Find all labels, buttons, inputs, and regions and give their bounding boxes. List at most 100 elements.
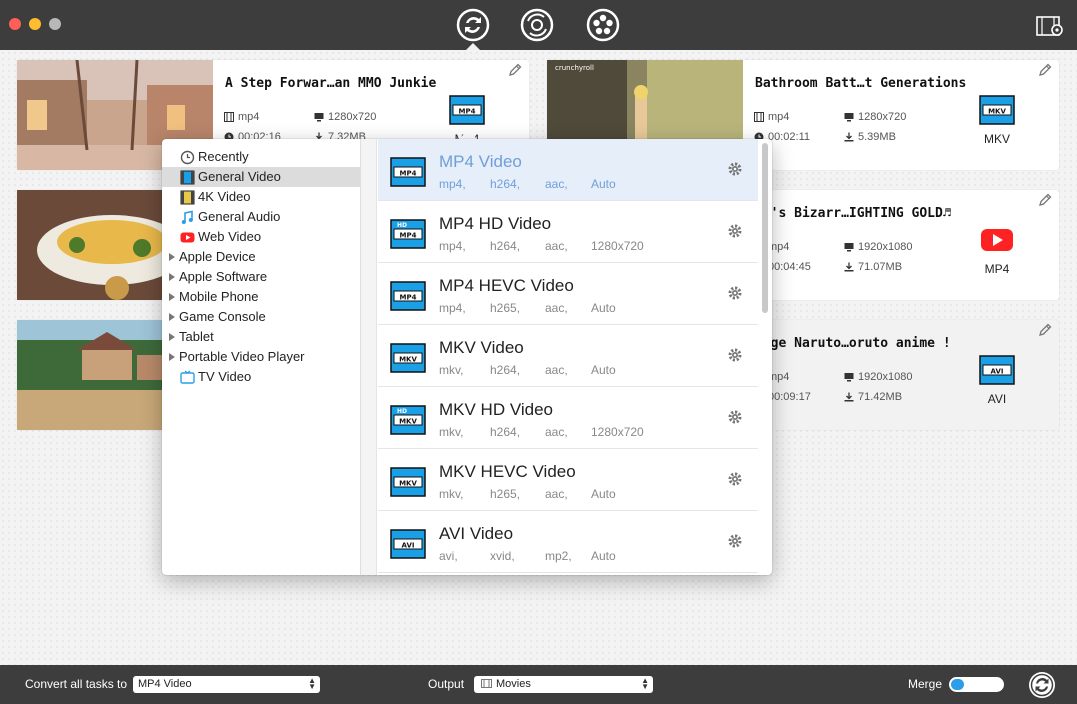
category-general-video[interactable]: General Video: [162, 167, 360, 187]
category-recently[interactable]: Recently: [162, 147, 360, 167]
gear-icon[interactable]: [727, 533, 743, 549]
mkv-format-icon: MKV: [390, 343, 426, 373]
format-row-avi-video[interactable]: AVI AVI Video avi, xvid, mp2, Auto: [378, 511, 758, 573]
gear-icon[interactable]: [727, 161, 743, 177]
format-row-mp4-video[interactable]: MP4 MP4 Video mp4, h264, aac, Auto: [378, 139, 758, 201]
dvd-tab-button[interactable]: [520, 8, 554, 42]
gear-icon[interactable]: [727, 471, 743, 487]
output-folder-select[interactable]: Movies ▲ ▼: [474, 676, 653, 693]
duration: 00:04:45: [768, 261, 811, 273]
target-format-label: AVI: [987, 392, 1007, 406]
mkv-hevc-format-icon: MKV: [390, 467, 426, 497]
format-list: MP4 MP4 Video mp4, h264, aac, Auto HD MP4 M…: [378, 139, 758, 575]
target-format-badge[interactable]: MP4: [977, 225, 1017, 276]
spec-resolution: Auto: [591, 549, 616, 563]
category-web-video[interactable]: Web Video: [162, 227, 360, 247]
popup-pointer: [459, 130, 477, 139]
dvd-icon: [520, 8, 554, 42]
disclosure-triangle-icon[interactable]: [169, 333, 175, 341]
spec-resolution: 1280x720: [591, 239, 644, 253]
category-portable-video-player[interactable]: Portable Video Player: [162, 347, 360, 367]
gear-icon[interactable]: [727, 223, 743, 239]
gear-icon[interactable]: [727, 409, 743, 425]
category-mobile-phone[interactable]: Mobile Phone: [162, 287, 360, 307]
target-format-badge[interactable]: MKV MKV: [977, 95, 1017, 146]
format-row-mkv-hevc-video[interactable]: MKV MKV HEVC Video mkv, h265, aac, Auto: [378, 449, 758, 511]
file-size: 71.42MB: [858, 391, 903, 403]
spec-resolution: Auto: [591, 363, 616, 377]
edit-icon[interactable]: [1037, 192, 1053, 208]
resolution-meta: 1280x720: [844, 111, 906, 123]
gear-icon[interactable]: [727, 347, 743, 363]
spec-container: mkv,: [439, 425, 464, 439]
spec-container: mp4,: [439, 177, 466, 191]
format-row-mkv-video[interactable]: MKV MKV Video mkv, h264, aac, Auto: [378, 325, 758, 387]
convert-tab-button[interactable]: [456, 8, 490, 42]
svg-text:MP4: MP4: [400, 232, 417, 240]
tv-icon: [180, 370, 195, 384]
category-apple-device[interactable]: Apple Device: [162, 247, 360, 267]
crunchyroll-watermark: crunchyroll: [555, 64, 594, 72]
category-game-console[interactable]: Game Console: [162, 307, 360, 327]
merge-toggle[interactable]: [949, 677, 1004, 692]
target-format-label: MKV: [983, 132, 1010, 146]
convert-all-button[interactable]: [1028, 671, 1056, 699]
format-row-mp4-hevc-video[interactable]: MP4 MP4 HEVC Video mp4, h265, aac, Auto: [378, 263, 758, 325]
format-name: MKV HEVC Video: [439, 462, 576, 481]
download-icon: [844, 392, 854, 402]
spec-resolution: Auto: [591, 177, 616, 191]
convert-format-select[interactable]: MP4 Video ▲ ▼: [133, 676, 320, 693]
convert-icon: [1029, 672, 1055, 698]
format-specs: mkv, h265, aac, Auto: [439, 487, 616, 501]
category-apple-software[interactable]: Apple Software: [162, 267, 360, 287]
youtube-format-icon: [981, 229, 1013, 251]
format-name: MP4 HD Video: [439, 214, 552, 233]
category-list: Recently General Video 4K Video General …: [162, 139, 360, 575]
output-label: Output: [428, 677, 465, 691]
format-list-scrollbar[interactable]: [762, 143, 768, 313]
window-close-button[interactable]: [9, 18, 21, 30]
disclosure-triangle-icon[interactable]: [169, 353, 175, 361]
spec-audio-codec: aac,: [545, 301, 568, 315]
svg-text:HD: HD: [397, 408, 407, 415]
category-label: Apple Software: [179, 269, 268, 284]
format-row-mp4-hd-video[interactable]: HD MP4 MP4 HD Video mp4, h264, aac, 1280x72…: [378, 201, 758, 263]
disclosure-triangle-icon[interactable]: [169, 273, 175, 281]
window-minimize-button[interactable]: [29, 18, 41, 30]
video-title: Bathroom Batt…t Generations: [755, 76, 967, 91]
disclosure-triangle-icon[interactable]: [169, 313, 175, 321]
merge-toggle-knob: [951, 679, 964, 690]
film-settings-icon: [1036, 16, 1063, 36]
format-name: MKV HD Video: [439, 400, 554, 419]
category-tv-video[interactable]: TV Video: [162, 367, 360, 387]
category-general-audio[interactable]: General Audio: [162, 207, 360, 227]
film-settings-button[interactable]: [1036, 14, 1064, 38]
category-tablet[interactable]: Tablet: [162, 327, 360, 347]
edit-icon[interactable]: [1037, 62, 1053, 78]
spec-container: mkv,: [439, 487, 464, 501]
monitor-icon: [314, 113, 324, 122]
edit-icon[interactable]: [1037, 322, 1053, 338]
film-reel-tab-button[interactable]: [586, 8, 620, 42]
edit-icon[interactable]: [507, 62, 523, 78]
mkv-hd-format-icon: HD MKV: [390, 405, 426, 435]
clock-icon: [180, 150, 195, 165]
spec-audio-codec: aac,: [545, 363, 568, 377]
gear-icon[interactable]: [727, 285, 743, 301]
spec-video-codec: h264,: [490, 363, 521, 377]
active-tab-indicator: [466, 43, 480, 50]
target-format-badge[interactable]: AVI AVI: [977, 355, 1017, 406]
file-size: 5.39MB: [858, 131, 896, 143]
movies-folder-icon: [481, 679, 492, 688]
resolution: 1920x1080: [858, 371, 913, 383]
output-folder-value: Movies: [496, 678, 531, 690]
category-4k-video[interactable]: 4K Video: [162, 187, 360, 207]
format-picker-popup: Recently General Video 4K Video General …: [162, 139, 772, 575]
window-zoom-button[interactable]: [49, 18, 61, 30]
format-specs: mp4, h264, aac, Auto: [439, 177, 616, 191]
format-row-mkv-hd-video[interactable]: HD MKV MKV HD Video mkv, h264, aac, 1280x72…: [378, 387, 758, 449]
duration: 00:02:11: [768, 131, 811, 143]
disclosure-triangle-icon[interactable]: [169, 293, 175, 301]
disclosure-triangle-icon[interactable]: [169, 253, 175, 261]
size-meta: 71.42MB: [844, 391, 902, 403]
